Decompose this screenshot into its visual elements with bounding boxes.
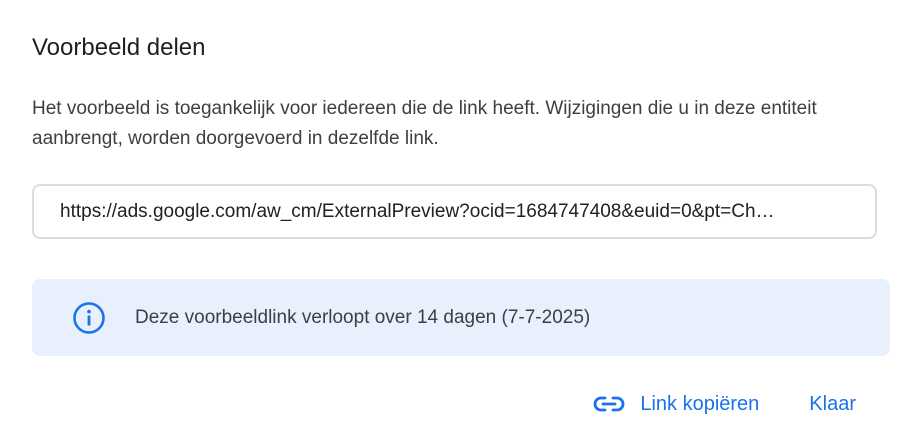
expiry-notice-text: Deze voorbeeldlink verloopt over 14 dage… [135, 306, 591, 328]
expiry-notice: Deze voorbeeldlink verloopt over 14 dage… [32, 279, 890, 356]
copy-link-label: Link kopiëren [640, 392, 760, 415]
dialog-actions: Link kopiëren Klaar [588, 382, 860, 426]
dialog-description: Het voorbeeld is toegankelijk voor ieder… [32, 98, 817, 149]
done-button[interactable]: Klaar [805, 382, 860, 426]
copy-link-button[interactable]: Link kopiëren [588, 382, 763, 426]
share-preview-dialog: Voorbeeld delen Het voorbeeld is toegank… [0, 0, 908, 436]
preview-url-text[interactable]: https://ads.google.com/aw_cm/ExternalPre… [60, 201, 851, 223]
preview-url-field[interactable]: https://ads.google.com/aw_cm/ExternalPre… [32, 184, 877, 239]
dialog-title: Voorbeeld delen [32, 34, 206, 61]
link-icon [592, 394, 626, 414]
info-icon [72, 301, 106, 335]
